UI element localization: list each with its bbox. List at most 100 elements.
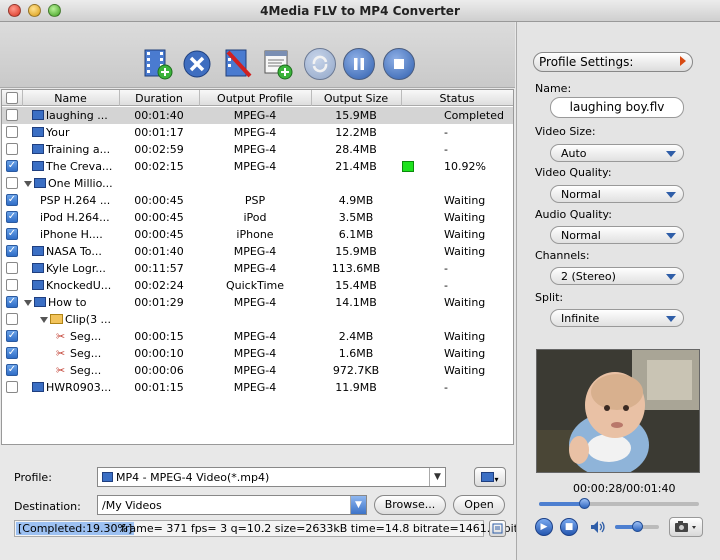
open-button[interactable]: Open <box>453 495 505 515</box>
column-duration[interactable]: Duration <box>119 92 199 105</box>
output-size-cell: 2.4MB <box>338 330 374 343</box>
audio-quality-value: Normal <box>561 229 601 242</box>
add-video-button[interactable] <box>142 48 174 80</box>
table-row[interactable]: ✓ ✂ Seg... 00:00:15 MPEG-4 2.4MB Waiting <box>2 328 513 345</box>
profile-settings-menu-button[interactable]: ▾ <box>474 467 506 487</box>
volume-icon[interactable] <box>589 518 607 536</box>
video-quality-select[interactable]: Normal <box>550 185 684 203</box>
chevron-down-icon <box>666 316 676 322</box>
browse-button[interactable]: Browse... <box>374 495 446 515</box>
output-profile-cell: MPEG-4 <box>233 160 277 173</box>
file-name: PSP H.264 ... <box>40 194 119 207</box>
destination-value: /My Videos <box>102 499 162 512</box>
video-file-icon <box>34 297 46 307</box>
row-checkbox[interactable] <box>6 109 18 121</box>
row-checkbox[interactable]: ✓ <box>6 296 18 308</box>
name-input[interactable]: laughing boy.flv <box>550 97 684 118</box>
row-checkbox[interactable]: ✓ <box>6 364 18 376</box>
table-row[interactable]: HWR0903... 00:01:15 MPEG-4 11.9MB - <box>2 379 513 396</box>
chevron-down-icon[interactable]: ▼ <box>350 496 366 514</box>
row-checkbox[interactable] <box>6 381 18 393</box>
row-checkbox[interactable]: ✓ <box>6 211 18 223</box>
duration-cell: 00:01:15 <box>134 381 184 394</box>
table-row[interactable]: laughing ... 00:01:40 MPEG-4 15.9MB Complete… <box>2 107 513 124</box>
row-checkbox[interactable] <box>6 313 18 325</box>
video-size-select[interactable]: Auto <box>550 144 684 162</box>
volume-handle[interactable] <box>632 521 643 532</box>
row-checkbox[interactable] <box>6 177 18 189</box>
row-checkbox[interactable] <box>6 126 18 138</box>
output-size-cell: 15.4MB <box>335 279 377 292</box>
table-row[interactable]: One Millio... <box>2 175 513 192</box>
table-row[interactable]: Clip(3 ... <box>2 311 513 328</box>
remove-button[interactable] <box>181 48 213 80</box>
status-cell: Waiting <box>444 228 486 241</box>
table-row[interactable]: ✓ iPhone H.... 00:00:45 iPhone 6.1MB Waiting <box>2 226 513 243</box>
add-profile-icon <box>264 50 293 80</box>
table-row[interactable]: ✓ ✂ Seg... 00:00:10 MPEG-4 1.6MB Waiting <box>2 345 513 362</box>
stop-button[interactable] <box>383 48 415 80</box>
row-checkbox[interactable]: ✓ <box>6 330 18 342</box>
status-cell: Waiting <box>444 194 486 207</box>
row-checkbox[interactable] <box>6 143 18 155</box>
disclosure-triangle-icon[interactable] <box>24 300 32 306</box>
row-checkbox[interactable]: ✓ <box>6 160 18 172</box>
column-name[interactable]: Name <box>22 92 119 105</box>
table-row[interactable]: ✓ PSP H.264 ... 00:00:45 PSP 4.9MB Waiting <box>2 192 513 209</box>
channels-value: 2 (Stereo) <box>561 270 616 283</box>
snapshot-button[interactable] <box>669 517 703 537</box>
add-profile-button[interactable] <box>262 48 294 80</box>
clear-button[interactable] <box>222 48 254 80</box>
file-name-text: Clip(3 ... <box>65 313 112 326</box>
duration-cell: 00:00:45 <box>134 228 184 241</box>
chevron-down-icon: ▼ <box>429 468 445 486</box>
table-row[interactable]: Training a... 00:02:59 MPEG-4 28.4MB - <box>2 141 513 158</box>
duration-cell: 00:01:17 <box>134 126 184 139</box>
row-checkbox[interactable]: ✓ <box>6 194 18 206</box>
profile-settings-header[interactable]: Profile Settings: <box>533 52 693 72</box>
select-all-checkbox[interactable] <box>6 92 18 104</box>
title-bar: 4Media FLV to MP4 Converter <box>0 0 720 22</box>
audio-quality-select[interactable]: Normal <box>550 226 684 244</box>
row-checkbox[interactable]: ✓ <box>6 228 18 240</box>
row-checkbox[interactable]: ✓ <box>6 347 18 359</box>
preview-frame-image <box>537 350 699 472</box>
destination-field[interactable]: /My Videos ▼ <box>97 495 367 515</box>
row-checkbox[interactable] <box>6 262 18 274</box>
seek-slider[interactable] <box>539 498 699 509</box>
play-button[interactable]: ▶ <box>535 518 553 536</box>
chevron-down-icon <box>666 151 676 157</box>
disclosure-triangle-icon[interactable] <box>40 317 48 323</box>
convert-button[interactable] <box>304 48 336 80</box>
output-size-cell: 28.4MB <box>335 143 377 156</box>
log-button[interactable] <box>489 520 506 537</box>
seek-handle[interactable] <box>578 498 590 509</box>
column-output-profile[interactable]: Output Profile <box>199 92 311 105</box>
table-row[interactable]: ✓ iPod H.264... 00:00:45 iPod 3.5MB Waiting <box>2 209 513 226</box>
pause-button[interactable] <box>343 48 375 80</box>
file-name-text: HWR0903... <box>46 381 112 394</box>
encoding-stats: frame= 371 fps= 3 q=10.2 size=2633kB tim… <box>121 522 534 535</box>
duration-cell: 00:00:45 <box>134 194 184 207</box>
output-profile-cell: MPEG-4 <box>233 381 277 394</box>
video-quality-label: Video Quality: <box>535 166 612 179</box>
row-checkbox[interactable] <box>6 279 18 291</box>
table-row[interactable]: Your 00:01:17 MPEG-4 12.2MB - <box>2 124 513 141</box>
disclosure-triangle-icon[interactable] <box>24 181 32 187</box>
volume-slider[interactable] <box>615 521 659 532</box>
profile-select[interactable]: MP4 - MPEG-4 Video(*.mp4) ▼ <box>97 467 446 487</box>
file-name: Your <box>32 126 119 139</box>
table-row[interactable]: ✓ ✂ Seg... 00:00:06 MPEG-4 972.7KB Waiting <box>2 362 513 379</box>
table-row[interactable]: ✓ How to 00:01:29 MPEG-4 14.1MB Waiting <box>2 294 513 311</box>
row-checkbox[interactable]: ✓ <box>6 245 18 257</box>
split-select[interactable]: Infinite <box>550 309 684 327</box>
table-row[interactable]: KnockedU... 00:02:24 QuickTime 15.4MB - <box>2 277 513 294</box>
table-row[interactable]: ✓ NASA To... 00:01:40 MPEG-4 15.9MB Waiting <box>2 243 513 260</box>
preview-stop-button[interactable]: ■ <box>560 518 578 536</box>
column-status[interactable]: Status <box>401 92 513 105</box>
table-row[interactable]: Kyle Logr... 00:11:57 MPEG-4 113.6MB - <box>2 260 513 277</box>
column-output-size[interactable]: Output Size <box>311 92 401 105</box>
channels-select[interactable]: 2 (Stereo) <box>550 267 684 285</box>
table-row[interactable]: ✓ The Creva... 00:02:15 MPEG-4 21.4MB 10.92% <box>2 158 513 175</box>
duration-cell: 00:02:15 <box>134 160 184 173</box>
